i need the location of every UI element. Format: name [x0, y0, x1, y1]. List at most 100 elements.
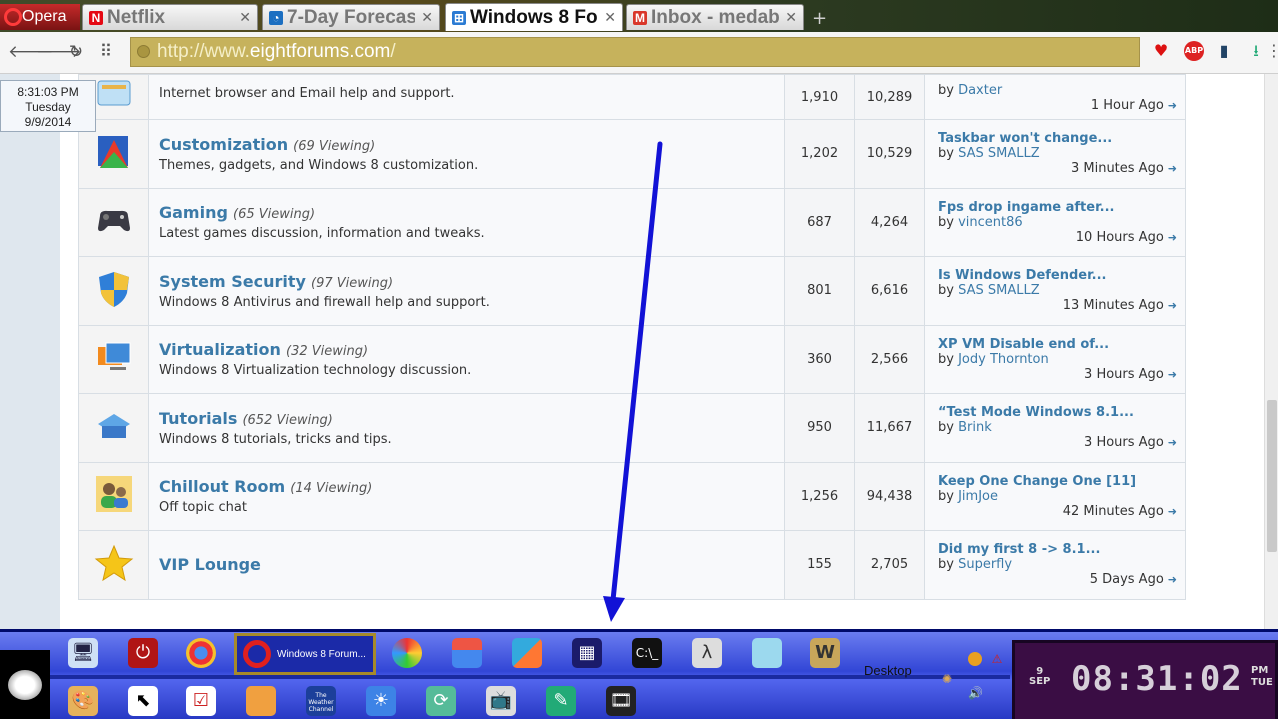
- go-to-post-icon[interactable]: ➜: [1168, 573, 1177, 586]
- last-post-cell: “Test Mode Windows 8.1... by Brink 3 Hours…: [924, 393, 1186, 463]
- tab-favicon-icon: ◔: [269, 10, 283, 25]
- forum-icon-cell: [78, 393, 149, 463]
- forum-icon-cell: [78, 324, 149, 394]
- last-post-time: 3 Hours Ago ➜: [938, 435, 1177, 450]
- heart-icon[interactable]: ♥: [1151, 41, 1171, 61]
- speed-dial-icon[interactable]: ⠿: [96, 42, 116, 62]
- file-manager-icon[interactable]: [452, 638, 482, 668]
- lambda-icon[interactable]: λ: [692, 638, 722, 668]
- last-post-title-link[interactable]: “Test Mode Windows 8.1...: [938, 405, 1177, 420]
- last-post-user-link[interactable]: Daxter: [958, 83, 1002, 98]
- users-icon: [94, 476, 134, 518]
- tab-close-icon[interactable]: ✕: [785, 9, 797, 26]
- forum-title-link[interactable]: Tutorials: [159, 409, 237, 428]
- checklist-icon[interactable]: ☑: [186, 686, 216, 716]
- go-to-post-icon[interactable]: ➜: [1168, 436, 1177, 449]
- scrollbar-thumb[interactable]: [1267, 400, 1277, 552]
- forum-threads-count: 1,910: [784, 74, 855, 120]
- go-to-post-icon[interactable]: ➜: [1168, 99, 1177, 112]
- forum-row: Gaming (65 Viewing) Latest games discussi…: [78, 187, 1186, 257]
- opera-menu-button[interactable]: Opera: [0, 4, 80, 30]
- forum-title-link[interactable]: Virtualization: [159, 340, 281, 359]
- notes-icon[interactable]: [752, 638, 782, 668]
- bookmark-extension-icon[interactable]: ▮: [1214, 41, 1234, 61]
- opera-logo-icon: [4, 8, 22, 26]
- last-post-title-link[interactable]: Did my first 8 -> 8.1...: [938, 542, 1177, 557]
- start-button[interactable]: [0, 650, 50, 719]
- media-app-icon[interactable]: ▦: [572, 638, 602, 668]
- site-info-icon[interactable]: [137, 45, 150, 58]
- forum-title-link[interactable]: VIP Lounge: [159, 555, 261, 574]
- settings-wheel-icon[interactable]: [392, 638, 422, 668]
- last-post-cell: Did my first 8 -> 8.1... by Superfly 5 Day…: [924, 530, 1186, 600]
- last-post-author: by SAS SMALLZ: [938, 146, 1177, 161]
- last-post-title-link[interactable]: Taskbar won't change...: [938, 131, 1177, 146]
- go-to-post-icon[interactable]: ➜: [1168, 231, 1177, 244]
- menu-icon[interactable]: ⋮: [1266, 41, 1278, 61]
- last-post-user-link[interactable]: vincent86: [958, 215, 1023, 230]
- tv-icon[interactable]: 📺: [486, 686, 516, 716]
- last-post-user-link[interactable]: Superfly: [958, 557, 1012, 572]
- go-to-post-icon[interactable]: ➜: [1168, 299, 1177, 312]
- word-icon[interactable]: W: [810, 638, 840, 668]
- boxes-icon[interactable]: [512, 638, 542, 668]
- last-post-title-link[interactable]: Keep One Change One [11]: [938, 474, 1177, 489]
- last-post-user-link[interactable]: SAS SMALLZ: [958, 146, 1040, 161]
- tab-2[interactable]: ⊞ Windows 8 For ✕: [445, 3, 623, 31]
- last-post-time-text: 3 Hours Ago: [1084, 366, 1164, 382]
- forum-title-link[interactable]: Customization: [159, 135, 288, 154]
- forward-icon[interactable]: 🡒: [36, 42, 82, 62]
- command-prompt-icon[interactable]: C:\_: [632, 638, 662, 668]
- forum-title-link[interactable]: Gaming: [159, 203, 228, 222]
- tab-close-icon[interactable]: ✕: [604, 9, 616, 26]
- reload-icon[interactable]: ↻: [66, 42, 86, 62]
- volume-icon[interactable]: 🔊: [968, 686, 983, 700]
- new-tab-button[interactable]: +: [812, 8, 827, 29]
- tab-close-icon[interactable]: ✕: [239, 9, 251, 26]
- last-post-user-link[interactable]: SAS SMALLZ: [958, 283, 1040, 298]
- forum-title-link[interactable]: System Security: [159, 272, 306, 291]
- tab-close-icon[interactable]: ✕: [421, 9, 433, 26]
- puzzle-icon[interactable]: [246, 686, 276, 716]
- paint-palette-icon[interactable]: 🎨: [68, 686, 98, 716]
- movie-icon[interactable]: 🎞: [606, 686, 636, 716]
- last-post-title-link[interactable]: Is Windows Defender...: [938, 268, 1177, 283]
- sync-icon[interactable]: ⟳: [426, 686, 456, 716]
- url-field[interactable]: http://www.eightforums.com/: [130, 37, 1140, 67]
- taskbar-digital-clock[interactable]: 9 SEP 08:31:02 PM TUE: [1012, 640, 1278, 719]
- weather-channel-icon[interactable]: The Weather Channel: [306, 686, 336, 716]
- forum-description: Windows 8 Virtualization technology disc…: [159, 363, 472, 379]
- cursor-icon[interactable]: ⬉: [128, 686, 158, 716]
- computer-icon[interactable]: 🖥: [68, 638, 98, 668]
- download-icon[interactable]: ⭳: [1246, 41, 1266, 61]
- network-icon[interactable]: ⚠: [990, 652, 1004, 666]
- tab-1[interactable]: ◔ 7-Day Forecast ✕: [262, 4, 440, 30]
- desktop-toolbar-label[interactable]: Desktop: [864, 663, 912, 678]
- tray-app-icon[interactable]: [968, 652, 982, 666]
- brightness-icon[interactable]: ☀: [366, 686, 396, 716]
- go-to-post-icon[interactable]: ➜: [1168, 368, 1177, 381]
- forum-row: System Security (97 Viewing) Windows 8 An…: [78, 256, 1186, 326]
- forum-title-link[interactable]: Chillout Room: [159, 477, 285, 496]
- power-icon[interactable]: ⏻: [128, 638, 158, 668]
- go-to-post-icon[interactable]: ➜: [1168, 505, 1177, 518]
- tab-0[interactable]: N Netflix ✕: [82, 4, 258, 30]
- last-post-user-link[interactable]: Jody Thornton: [958, 352, 1049, 367]
- editor-icon[interactable]: ✎: [546, 686, 576, 716]
- last-post-title-link[interactable]: XP VM Disable end of...: [938, 337, 1177, 352]
- go-to-post-icon[interactable]: ➜: [1168, 162, 1177, 175]
- tab-3[interactable]: M Inbox - medab ✕: [626, 4, 804, 30]
- forum-description: Themes, gadgets, and Windows 8 customiza…: [159, 157, 479, 173]
- forum-threads-count: 950: [784, 393, 855, 463]
- adblock-icon[interactable]: ABP: [1184, 41, 1204, 61]
- sun-tray-icon[interactable]: ✺: [940, 672, 954, 686]
- opera-taskbar-button[interactable]: Windows 8 Forum...: [234, 633, 376, 675]
- forum-icon-cell: [78, 530, 149, 600]
- back-icon[interactable]: 🡐: [8, 42, 54, 62]
- chrome-icon[interactable]: [186, 638, 216, 668]
- last-post-user-link[interactable]: Brink: [958, 420, 992, 435]
- page-scrollbar[interactable]: [1264, 74, 1278, 629]
- last-post-title-link[interactable]: Fps drop ingame after...: [938, 200, 1177, 215]
- last-post-user-link[interactable]: JimJoe: [958, 489, 998, 504]
- taskbar: 🖥 ⏻ Windows 8 Forum... ▦ C:\_ λ W 🎨 ⬉ ☑ …: [0, 629, 1278, 719]
